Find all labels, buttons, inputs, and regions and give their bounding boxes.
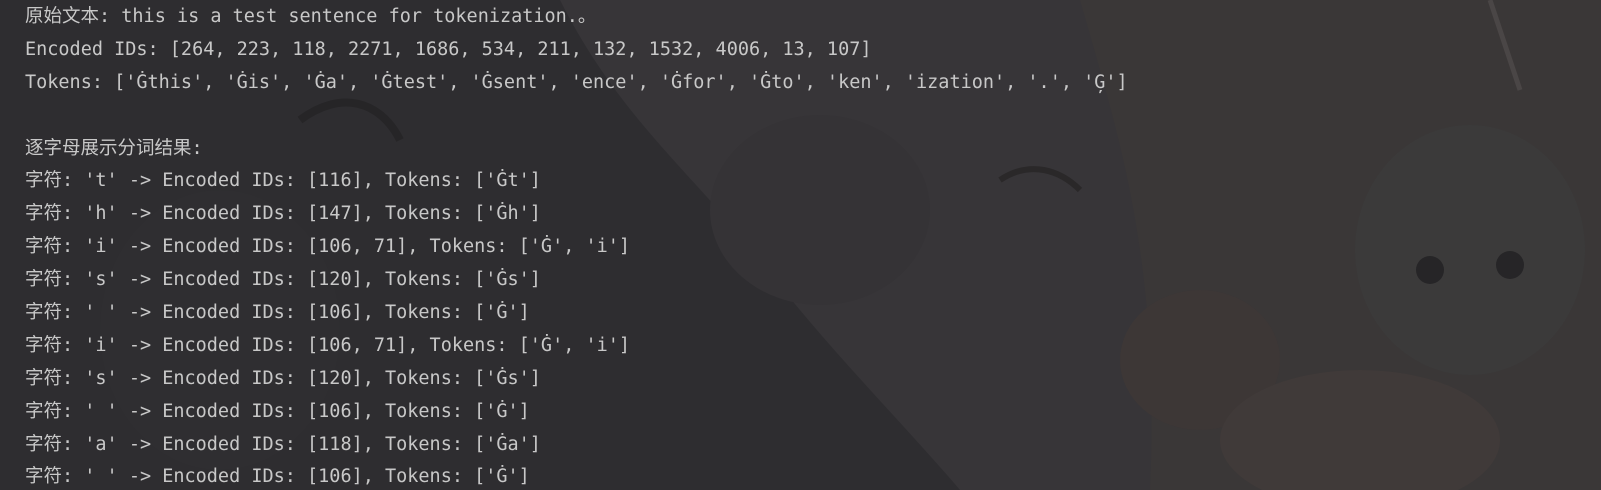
tokens-line: Tokens: ['Ġthis', 'Ġis', 'Ġa', 'Ġtest', … bbox=[25, 71, 1128, 93]
char-line: 字符: 'h' -> Encoded IDs: [147], Tokens: [… bbox=[25, 203, 541, 225]
console-output: 原始文本: this is a test sentence for tokeni… bbox=[0, 0, 1601, 490]
char-line: 字符: ' ' -> Encoded IDs: [106], Tokens: [… bbox=[25, 302, 530, 324]
char-line: 字符: 's' -> Encoded IDs: [120], Tokens: [… bbox=[25, 269, 541, 291]
char-line: 字符: 's' -> Encoded IDs: [120], Tokens: [… bbox=[25, 367, 541, 389]
char-line: 字符: 'i' -> Encoded IDs: [106, 71], Token… bbox=[25, 236, 631, 258]
char-line: 字符: 't' -> Encoded IDs: [116], Tokens: [… bbox=[25, 170, 541, 192]
encoded-ids-line: Encoded IDs: [264, 223, 118, 2271, 1686,… bbox=[25, 38, 872, 60]
section-header: 逐字母展示分词结果: bbox=[25, 137, 203, 159]
char-line: 字符: 'i' -> Encoded IDs: [106, 71], Token… bbox=[25, 334, 631, 356]
char-line: 字符: 'a' -> Encoded IDs: [118], Tokens: [… bbox=[25, 433, 541, 455]
original-text-line: 原始文本: this is a test sentence for tokeni… bbox=[25, 6, 597, 27]
char-line: 字符: ' ' -> Encoded IDs: [106], Tokens: [… bbox=[25, 466, 530, 488]
char-line: 字符: ' ' -> Encoded IDs: [106], Tokens: [… bbox=[25, 400, 530, 422]
